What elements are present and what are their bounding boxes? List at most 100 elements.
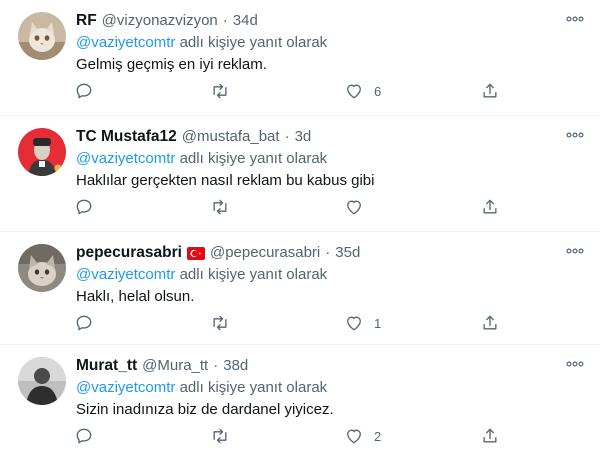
share-button[interactable] bbox=[480, 79, 500, 103]
reply-button[interactable] bbox=[74, 424, 94, 448]
like-button[interactable]: 1 bbox=[344, 311, 381, 335]
more-icon bbox=[566, 361, 584, 367]
more-options-button[interactable] bbox=[564, 355, 586, 373]
cat-icon bbox=[18, 12, 66, 60]
tweet-actions: 6 bbox=[66, 79, 506, 103]
like-button[interactable]: 6 bbox=[344, 79, 381, 103]
timestamp[interactable]: 35d bbox=[335, 243, 360, 263]
retweet-icon bbox=[213, 83, 227, 99]
more-options-button[interactable] bbox=[564, 242, 586, 260]
reply-button[interactable] bbox=[74, 311, 94, 335]
like-button[interactable]: 2 bbox=[344, 424, 381, 448]
share-icon bbox=[483, 428, 497, 443]
tweet-content: TC Mustafa12 @mustafa_bat · 3d @vaziyetc… bbox=[76, 127, 584, 191]
user-handle[interactable]: @vizyonazvizyon bbox=[102, 11, 218, 31]
user-handle[interactable]: @Mura_tt bbox=[142, 356, 208, 376]
tweet[interactable]: RF @vizyonazvizyon · 34d @vaziyetcomtr a… bbox=[0, 0, 600, 116]
retweet-button[interactable] bbox=[209, 424, 231, 448]
replying-to-label: adlı kişiye yanıt olarak bbox=[175, 266, 328, 283]
share-button[interactable] bbox=[480, 195, 500, 219]
timestamp[interactable]: 38d bbox=[223, 356, 248, 376]
like-count: 1 bbox=[374, 315, 382, 331]
avatar[interactable] bbox=[18, 357, 66, 405]
reply-button[interactable] bbox=[74, 195, 94, 219]
retweet-icon bbox=[213, 315, 227, 331]
replying-to-label: adlı kişiye yanıt olarak bbox=[175, 379, 328, 396]
mention-link[interactable]: @vaziyetcomtr bbox=[76, 266, 175, 283]
heart-icon bbox=[347, 200, 361, 215]
retweet-button[interactable] bbox=[209, 311, 231, 335]
portrait-icon bbox=[18, 128, 66, 176]
share-button[interactable] bbox=[480, 311, 500, 335]
separator-dot: · bbox=[213, 357, 219, 374]
like-count: 6 bbox=[374, 83, 382, 99]
user-handle[interactable]: @mustafa_bat bbox=[182, 127, 280, 147]
tweet-text: Haklılar gerçekten nasıl reklam bu kabus… bbox=[76, 172, 375, 189]
user-handle[interactable]: @pepecurasabri bbox=[210, 243, 320, 263]
avatar[interactable] bbox=[18, 12, 66, 60]
replying-to: @vaziyetcomtr adlı kişiye yanıt olarak bbox=[76, 149, 584, 169]
separator-dot: · bbox=[284, 128, 290, 145]
tweet-text: Gelmiş geçmiş en iyi reklam. bbox=[76, 56, 267, 73]
reply-button[interactable] bbox=[74, 79, 94, 103]
more-options-button[interactable] bbox=[564, 126, 586, 144]
retweet-button[interactable] bbox=[209, 195, 231, 219]
reply-icon bbox=[76, 199, 92, 215]
tweet[interactable]: pepecurasabri @pepecurasabri · 35d @vazi… bbox=[0, 232, 600, 345]
share-icon bbox=[483, 199, 497, 214]
reply-feed: RF @vizyonazvizyon · 34d @vaziyetcomtr a… bbox=[0, 0, 600, 474]
tweet[interactable]: TC Mustafa12 @mustafa_bat · 3d @vaziyetc… bbox=[0, 116, 600, 232]
retweet-icon bbox=[213, 199, 227, 215]
display-name[interactable]: pepecurasabri bbox=[76, 243, 182, 263]
turkey-flag-icon bbox=[186, 246, 205, 260]
display-name[interactable]: Murat_tt bbox=[76, 356, 137, 376]
share-icon bbox=[483, 315, 497, 330]
tweet-header: Murat_tt @Mura_tt · 38d bbox=[76, 356, 584, 376]
tweet-text: Sizin inadınıza biz de dardanel yiyicez. bbox=[76, 401, 334, 418]
timestamp[interactable]: 3d bbox=[295, 127, 312, 147]
replying-to: @vaziyetcomtr adlı kişiye yanıt olarak bbox=[76, 33, 584, 53]
tweet-header: TC Mustafa12 @mustafa_bat · 3d bbox=[76, 127, 584, 147]
avatar[interactable] bbox=[18, 128, 66, 176]
share-icon bbox=[483, 83, 497, 98]
tweet-header: pepecurasabri @pepecurasabri · 35d bbox=[76, 243, 584, 263]
timestamp[interactable]: 34d bbox=[233, 11, 258, 31]
replying-to: @vaziyetcomtr adlı kişiye yanıt olarak bbox=[76, 378, 584, 398]
display-name[interactable]: TC Mustafa12 bbox=[76, 127, 177, 147]
separator-dot: · bbox=[222, 12, 228, 29]
tweet-header: RF @vizyonazvizyon · 34d bbox=[76, 11, 584, 31]
person-icon bbox=[18, 357, 66, 405]
heart-icon bbox=[347, 84, 361, 99]
replying-to-label: adlı kişiye yanıt olarak bbox=[175, 34, 328, 51]
avatar[interactable] bbox=[18, 244, 66, 292]
mention-link[interactable]: @vaziyetcomtr bbox=[76, 150, 175, 167]
reply-icon bbox=[76, 315, 92, 331]
mention-link[interactable]: @vaziyetcomtr bbox=[76, 34, 175, 51]
tweet-content: RF @vizyonazvizyon · 34d @vaziyetcomtr a… bbox=[76, 11, 584, 75]
heart-icon bbox=[347, 429, 361, 444]
heart-icon bbox=[347, 316, 361, 331]
more-icon bbox=[566, 248, 584, 254]
retweet-button[interactable] bbox=[209, 79, 231, 103]
tweet-actions bbox=[66, 195, 506, 219]
display-name[interactable]: RF bbox=[76, 11, 97, 31]
reply-icon bbox=[76, 83, 92, 99]
like-button[interactable] bbox=[344, 195, 374, 219]
reply-icon bbox=[76, 428, 92, 444]
tweet-actions: 2 bbox=[66, 424, 506, 448]
replying-to-label: adlı kişiye yanıt olarak bbox=[175, 150, 328, 167]
tweet[interactable]: Murat_tt @Mura_tt · 38d @vaziyetcomtr ad… bbox=[0, 345, 600, 474]
more-icon bbox=[566, 132, 584, 138]
replying-to: @vaziyetcomtr adlı kişiye yanıt olarak bbox=[76, 265, 584, 285]
more-options-button[interactable] bbox=[564, 10, 586, 28]
tweet-text: Haklı, helal olsun. bbox=[76, 288, 195, 305]
tweet-content: pepecurasabri @pepecurasabri · 35d @vazi… bbox=[76, 243, 584, 307]
separator-dot: · bbox=[325, 244, 331, 261]
tweet-actions: 1 bbox=[66, 311, 506, 335]
tweet-content: Murat_tt @Mura_tt · 38d @vaziyetcomtr ad… bbox=[76, 356, 584, 420]
cat-icon bbox=[18, 244, 66, 292]
like-count: 2 bbox=[374, 428, 382, 444]
retweet-icon bbox=[213, 428, 227, 444]
share-button[interactable] bbox=[480, 424, 500, 448]
mention-link[interactable]: @vaziyetcomtr bbox=[76, 379, 175, 396]
